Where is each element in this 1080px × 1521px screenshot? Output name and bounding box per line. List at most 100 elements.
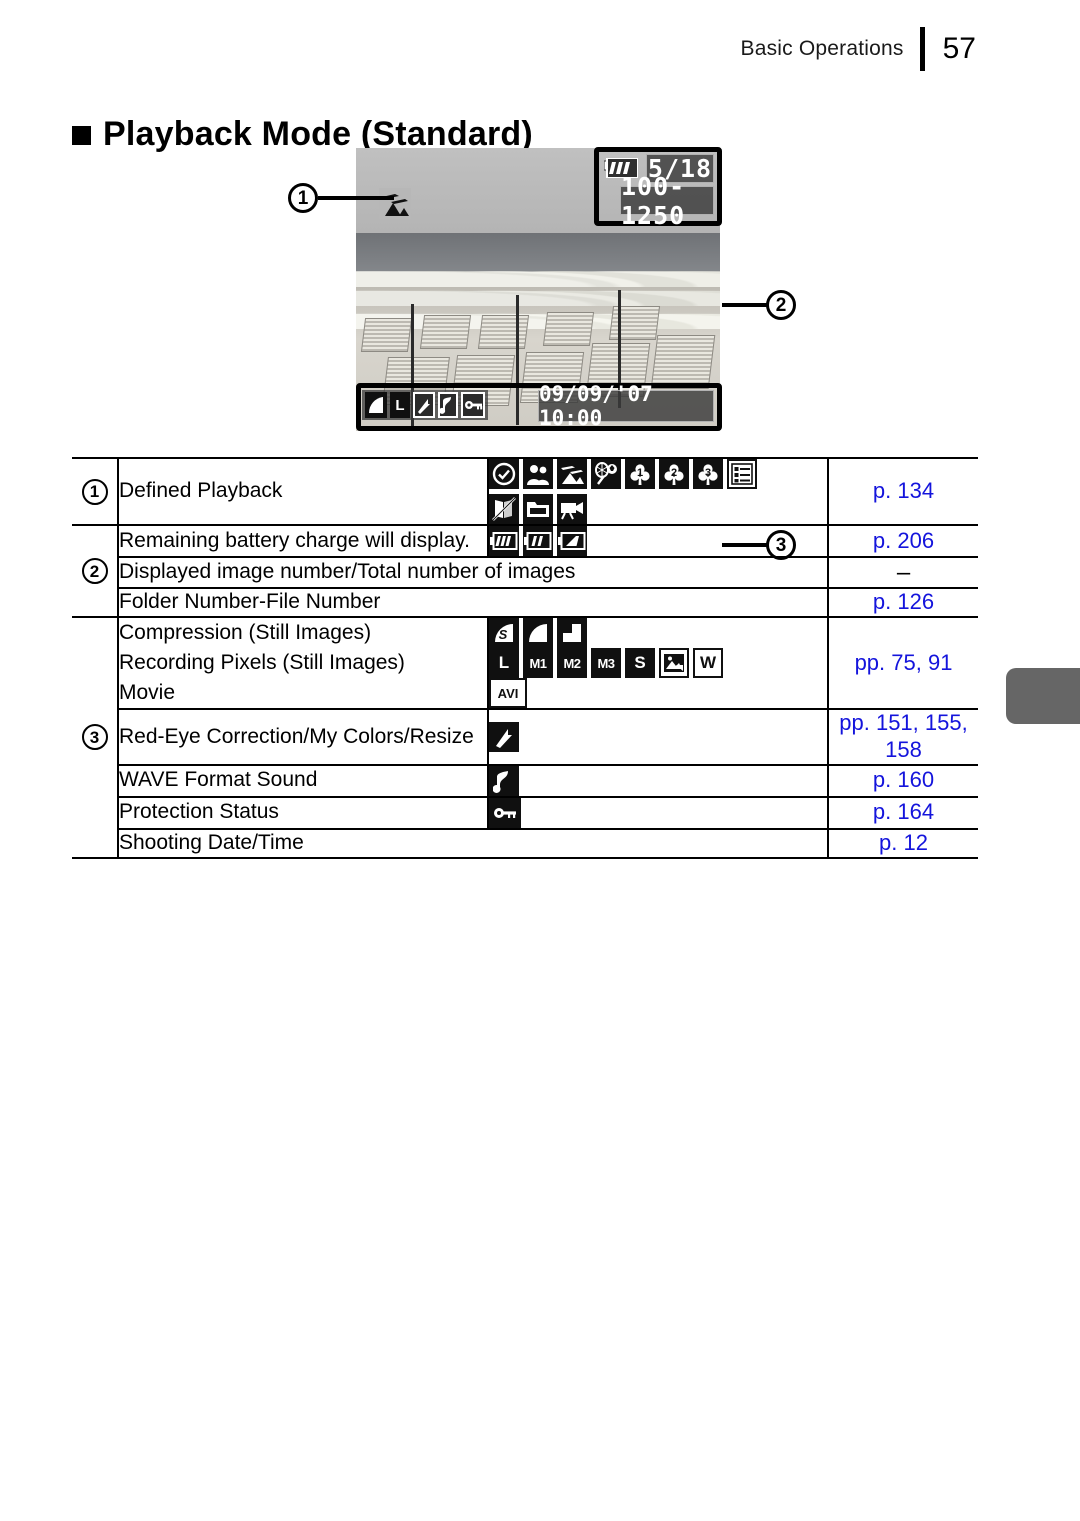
table-row: 1 Defined Playback 1 2 3 p. 134 [72, 457, 978, 526]
lcd-status-icon-strip: L [362, 390, 488, 420]
people-portrait-icon [523, 459, 553, 489]
section-title: Basic Operations [740, 37, 904, 60]
sports-event-icon [591, 459, 621, 489]
group-callout-cell: 3 [72, 616, 119, 859]
row-icons [487, 795, 828, 830]
callout-2: 2 [766, 290, 796, 320]
row-label: WAVE Format Sound [118, 763, 488, 798]
icon-row [489, 765, 827, 796]
callout-1-leader [318, 196, 394, 200]
wave-sound-icon [489, 765, 519, 796]
header-divider [919, 27, 925, 71]
photo-lounge-chair [543, 312, 595, 347]
no-photo-icon [489, 494, 519, 524]
folder-file-number: 100-1250 [620, 172, 714, 230]
compression-fine-icon [365, 392, 387, 418]
row-icons: S [487, 616, 828, 649]
page-reference[interactable]: p. 164 [827, 795, 978, 830]
icon-row: L M1 M2 M3 S W [489, 648, 827, 679]
row-icons [487, 763, 828, 798]
movie-camera-icon [557, 494, 587, 524]
page-number: 57 [942, 32, 976, 65]
pixels-widescreen-icon: W [693, 648, 723, 679]
row-label: Remaining battery charge will display. [118, 524, 488, 558]
row-icons: 1 2 3 [487, 457, 828, 526]
page-reference[interactable]: p. 12 [827, 827, 978, 859]
page-reference[interactable]: p. 206 [827, 524, 978, 558]
photo-lounge-chair [361, 317, 413, 352]
photo-lounge-chair [419, 314, 471, 349]
red-eye-correction-icon [489, 721, 519, 752]
page-reference[interactable]: pp. 75, 91 [827, 616, 978, 711]
protection-key-icon [489, 797, 521, 828]
pixels-large-icon: L [489, 648, 519, 679]
row-label: Defined Playback [118, 457, 488, 526]
folder-icon [523, 494, 553, 524]
row-label: Compression (Still Images) [118, 616, 488, 649]
page-reference[interactable]: p. 160 [827, 763, 978, 798]
icon-row: AVI [489, 678, 827, 709]
svg-text:3: 3 [705, 467, 711, 479]
shooting-date-time: 09/09/'07 10:00 [538, 382, 714, 430]
row-icons: AVI [487, 678, 828, 711]
row-label: Folder Number-File Number [118, 587, 828, 619]
row-label: Shooting Date/Time [118, 827, 828, 859]
svg-text:1: 1 [637, 467, 643, 479]
table-row: Displayed image number/Total number of i… [72, 555, 978, 590]
chapter-edge-tab [1006, 668, 1080, 724]
photo-umbrellas-row [356, 281, 720, 307]
row-label: Protection Status [118, 795, 488, 830]
category-club-3-icon: 3 [693, 459, 723, 489]
page-reference: – [827, 555, 978, 590]
page-reference[interactable]: pp. 151, 155, 158 [827, 708, 978, 766]
battery-full-icon [489, 526, 519, 556]
row-icons: L M1 M2 M3 S W [487, 648, 828, 679]
landscape-icon [557, 459, 587, 489]
photo-lounge-chair [651, 334, 717, 389]
protection-key-icon [461, 392, 485, 418]
playback-info-table: 1 Defined Playback 1 2 3 p. 134 2 Remain… [72, 457, 978, 859]
icon-row [489, 526, 827, 556]
category-club-1-icon: 1 [625, 459, 655, 489]
row-icons [487, 708, 828, 766]
pixels-medium3-icon: M3 [591, 648, 621, 679]
icon-row: 1 2 3 [489, 459, 827, 489]
svg-text:S: S [499, 627, 508, 642]
page-reference[interactable]: p. 134 [827, 457, 978, 526]
table-row: Red-Eye Correction/My Colors/Resize pp. … [72, 708, 978, 766]
page-reference[interactable]: p. 126 [827, 587, 978, 619]
row-icons [487, 524, 828, 558]
row-label: Red-Eye Correction/My Colors/Resize [118, 708, 488, 766]
table-callout-1: 1 [81, 478, 108, 505]
icon-row [489, 494, 827, 524]
compression-fine-icon [523, 618, 553, 649]
table-row: 2 Remaining battery charge will display.… [72, 523, 978, 619]
camera-lcd-figure: 5/18 100-1250 L 09/09/'07 10:00 1 2 3 [0, 140, 1080, 560]
compression-superfine-icon: S [489, 618, 519, 649]
pixels-medium1-icon: M1 [523, 648, 553, 679]
photo-lounge-chair [608, 306, 661, 341]
table-row: Shooting Date/Time p. 12 [72, 827, 978, 859]
table-row: Protection Status p. 164 [72, 795, 978, 830]
landscape-scene-icon [379, 188, 411, 219]
callout-2-leader [722, 303, 768, 307]
table-row: WAVE Format Sound p. 160 [72, 763, 978, 798]
page-header: Basic Operations 57 [740, 26, 976, 72]
photo-lounge-chair [477, 314, 530, 349]
compression-normal-icon [557, 618, 587, 649]
group-callout-cell: 1 [72, 457, 119, 526]
checklist-icon [727, 459, 757, 489]
icon-row [489, 797, 827, 828]
row-label: Recording Pixels (Still Images) [119, 650, 405, 674]
icon-row [489, 721, 827, 752]
category-club-2-icon: 2 [659, 459, 689, 489]
movie-avi-icon: AVI [489, 678, 527, 709]
pixels-medium2-icon: M2 [557, 648, 587, 679]
callout-1: 1 [288, 183, 318, 213]
pixels-small-icon: S [625, 648, 655, 679]
group-callout-cell: 2 [72, 523, 119, 619]
svg-text:2: 2 [671, 467, 677, 479]
recording-pixels-large-icon: L [390, 392, 410, 418]
table-row: Folder Number-File Number p. 126 [72, 587, 978, 619]
clock-check-icon [489, 459, 519, 489]
